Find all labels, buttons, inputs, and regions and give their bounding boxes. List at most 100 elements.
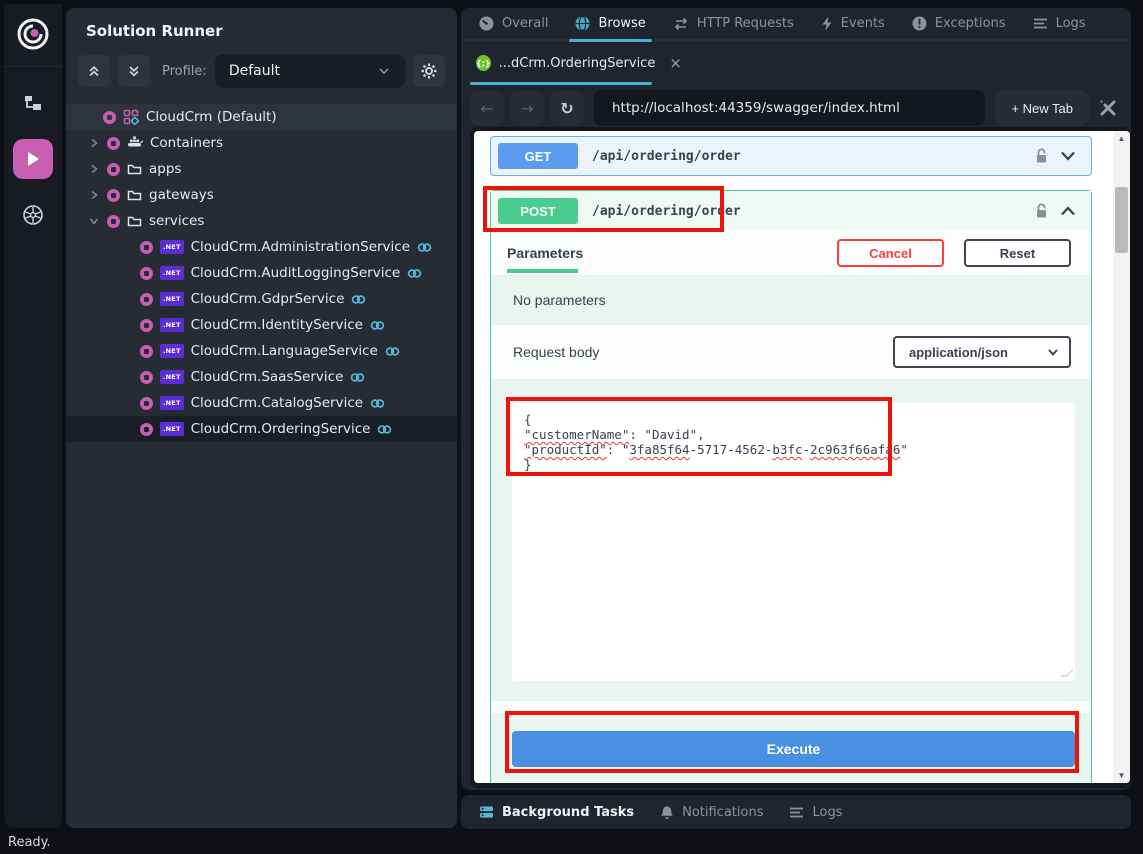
url-input[interactable] <box>594 90 985 126</box>
tree-item-auditlogging-service[interactable]: .NET CloudCrm.AuditLoggingService <box>66 260 457 286</box>
content-type-select[interactable]: application/json <box>893 336 1071 368</box>
tree-item-identity-service[interactable]: .NET CloudCrm.IdentityService <box>66 312 457 338</box>
chevron-right-icon[interactable] <box>88 164 100 174</box>
chevron-up-icon[interactable] <box>1059 203 1077 219</box>
tree-item-label: Containers <box>150 135 223 151</box>
reset-button[interactable]: Reset <box>964 239 1071 267</box>
tree-item-containers[interactable]: Containers <box>66 130 457 156</box>
execute-button[interactable]: Execute <box>512 731 1075 767</box>
request-body-row: Request body application/json <box>491 325 1091 379</box>
rail-run-button[interactable] <box>13 139 53 179</box>
status-donut-icon <box>140 397 153 410</box>
tree-item-saas-service[interactable]: .NET CloudCrm.SaasService <box>66 364 457 390</box>
gauge-icon <box>479 16 494 31</box>
tab-browse[interactable]: Browse <box>575 7 645 40</box>
folder-icon <box>127 163 142 176</box>
tree-item-gdpr-service[interactable]: .NET CloudCrm.GdprService <box>66 286 457 312</box>
dotnet-badge-icon: .NET <box>160 240 184 254</box>
textarea-resize-handle[interactable] <box>1060 670 1074 677</box>
scroll-down-icon[interactable]: ▼ <box>1113 771 1130 780</box>
chevron-down-icon[interactable] <box>88 216 100 226</box>
collapse-all-button[interactable] <box>78 55 110 87</box>
unlock-icon[interactable] <box>1034 148 1049 164</box>
status-donut-icon <box>140 267 153 280</box>
profile-row: Profile: Default <box>66 50 457 96</box>
bottom-item-label: Logs <box>812 805 842 820</box>
link-icon[interactable] <box>350 372 365 383</box>
gear-icon <box>421 63 437 79</box>
tab-exceptions[interactable]: Exceptions <box>912 7 1006 40</box>
close-icon[interactable]: × <box>669 54 682 72</box>
status-donut-icon <box>140 293 153 306</box>
status-donut-icon <box>107 189 120 202</box>
page-scrollbar[interactable]: ▲ ▼ <box>1113 131 1130 783</box>
tree-item-catalog-service[interactable]: .NET CloudCrm.CatalogService <box>66 390 457 416</box>
tree-item-administration-service[interactable]: .NET CloudCrm.AdministrationService <box>66 234 457 260</box>
get-method-badge: GET <box>498 143 578 169</box>
dotnet-badge-icon: .NET <box>160 344 184 358</box>
dotnet-badge-icon: .NET <box>160 292 184 306</box>
panel-title: Solution Runner <box>66 8 457 50</box>
globe-icon <box>575 16 590 31</box>
tab-label: Browse <box>598 16 645 31</box>
refresh-button[interactable]: ↻ <box>550 91 584 125</box>
post-opblock-header[interactable]: POST /api/ordering/order <box>491 191 1091 231</box>
tree-item-gateways[interactable]: gateways <box>66 182 457 208</box>
background-tasks-button[interactable]: Background Tasks <box>479 805 634 820</box>
expand-all-button[interactable] <box>118 55 150 87</box>
double-chevron-down-icon <box>127 64 141 78</box>
rail-kubernetes-button[interactable] <box>13 195 53 235</box>
tree-item-ordering-service[interactable]: .NET CloudCrm.OrderingService <box>66 416 457 442</box>
chevron-right-icon[interactable] <box>88 190 100 200</box>
browser-tab-title: ...dCrm.OrderingService <box>499 56 656 71</box>
link-icon[interactable] <box>385 346 400 357</box>
chevron-down-icon[interactable] <box>1059 148 1077 164</box>
tab-overall[interactable]: Overall <box>479 7 548 40</box>
link-icon[interactable] <box>407 268 422 279</box>
link-icon[interactable] <box>351 294 366 305</box>
bottom-toolbar: Background Tasks Notifications Logs <box>461 795 1131 829</box>
settings-button[interactable] <box>413 55 445 87</box>
solution-runner-panel: Solution Runner Profile: Default <box>66 8 457 828</box>
forward-button[interactable]: → <box>510 91 544 125</box>
link-icon[interactable] <box>370 398 385 409</box>
link-icon[interactable] <box>417 242 432 253</box>
get-order-opblock[interactable]: GET /api/ordering/order <box>490 136 1092 176</box>
link-icon[interactable] <box>377 424 392 435</box>
back-button[interactable]: ← <box>470 91 504 125</box>
cancel-button[interactable]: Cancel <box>837 239 944 267</box>
link-icon[interactable] <box>370 320 385 331</box>
content-type-value: application/json <box>909 345 1008 360</box>
tree-item-solution-root[interactable]: CloudCrm (Default) <box>66 104 457 130</box>
unlock-icon[interactable] <box>1034 203 1049 219</box>
status-donut-icon <box>140 345 153 358</box>
tab-events[interactable]: Events <box>821 7 885 40</box>
request-body-textarea[interactable]: { "customerName": "David", "productId": … <box>512 403 1075 681</box>
rail-divider <box>4 66 62 67</box>
tab-http-requests[interactable]: HTTP Requests <box>673 7 794 40</box>
tree-item-label: CloudCrm (Default) <box>146 109 277 125</box>
tree-explorer-icon <box>23 93 43 113</box>
post-order-opblock: POST /api/ordering/order Parameters <box>490 190 1092 783</box>
new-tab-button[interactable]: + New Tab <box>995 90 1089 126</box>
left-rail <box>4 4 62 828</box>
list-icon <box>789 806 804 819</box>
scroll-up-icon[interactable]: ▲ <box>1113 134 1130 143</box>
status-donut-icon <box>140 319 153 332</box>
scrollbar-thumb[interactable] <box>1115 187 1128 253</box>
detail-tabbar: Overall Browse HTTP Requests Events <box>461 8 1131 41</box>
parameters-header-row: Parameters Cancel Reset <box>491 231 1091 275</box>
notifications-button[interactable]: Notifications <box>660 805 763 820</box>
tree-item-label: CloudCrm.IdentityService <box>191 317 363 333</box>
dotnet-badge-icon: .NET <box>160 396 184 410</box>
logs-button[interactable]: Logs <box>789 805 842 820</box>
rail-explorer-button[interactable] <box>13 83 53 123</box>
chevron-right-icon[interactable] <box>88 138 100 148</box>
tree-item-language-service[interactable]: .NET CloudCrm.LanguageService <box>66 338 457 364</box>
devtools-icon[interactable] <box>1095 100 1121 116</box>
tree-item-services[interactable]: services <box>66 208 457 234</box>
tree-item-apps[interactable]: apps <box>66 156 457 182</box>
profile-select[interactable]: Default <box>215 54 405 88</box>
browser-tab-ordering-service[interactable]: {;} ...dCrm.OrderingService × <box>470 45 652 85</box>
tab-logs[interactable]: Logs <box>1033 7 1086 40</box>
